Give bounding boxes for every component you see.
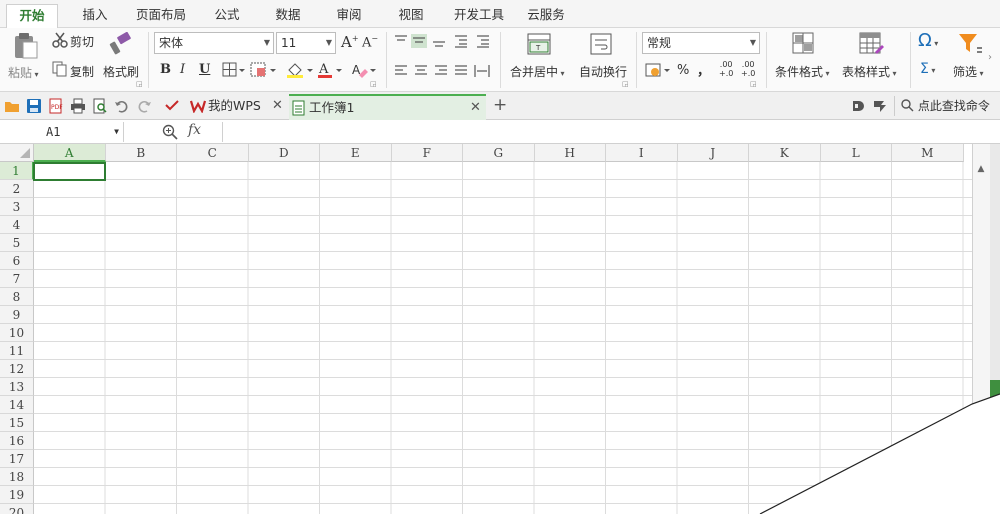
page-curl-overlay xyxy=(759,393,1000,514)
